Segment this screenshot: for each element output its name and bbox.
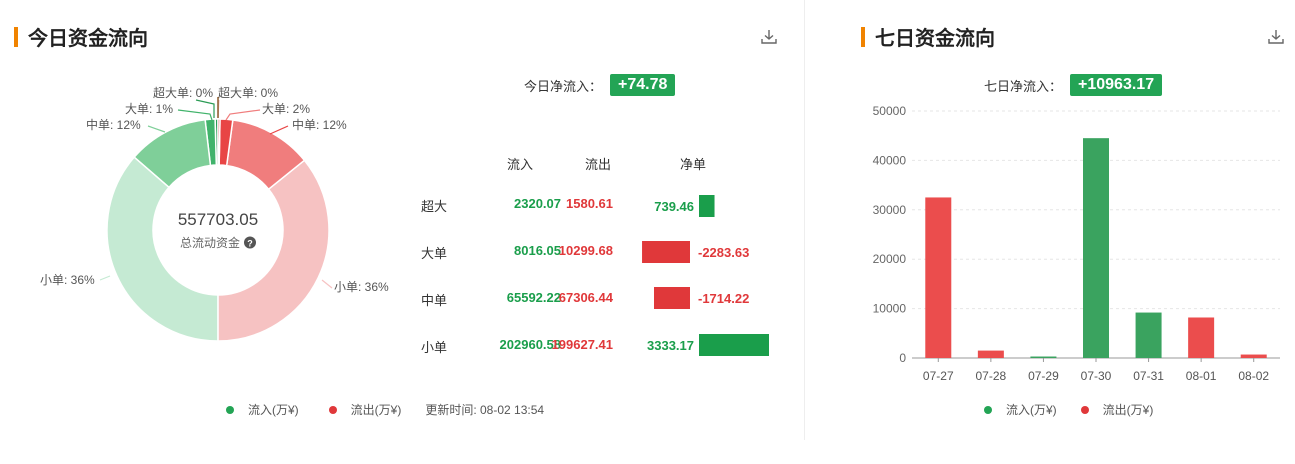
row-label-super: 超大	[421, 199, 448, 214]
title-accent-bar	[861, 26, 865, 47]
today-net-inflow: 今日净流入： +74.78	[524, 74, 676, 96]
donut-slice-label: 中单: 12%	[86, 117, 141, 132]
day-bar-07-29[interactable]	[1030, 356, 1057, 358]
donut-slice-outflow-7[interactable]	[217, 118, 221, 166]
row-outflow-medium: 67306.44	[558, 290, 613, 305]
donut-slice-label: 超大单: 0%	[153, 85, 213, 100]
today-legend: 流入(万¥) 流出(万¥) 更新时间: 08-02 13:54	[226, 401, 544, 418]
net-bar-0	[699, 195, 715, 217]
today-net-value: +74.78	[610, 74, 676, 96]
legend-outflow-dot	[328, 405, 337, 414]
donut-center-value: 557703.05	[178, 210, 258, 229]
net-bar-1	[642, 241, 690, 263]
table-header-outflow: 流出	[585, 157, 612, 172]
help-icon[interactable]: ?	[244, 236, 256, 249]
row-inflow-super: 2320.07	[514, 196, 561, 211]
legend-inflow-dot	[984, 405, 992, 414]
x-tick-label: 07-29	[1028, 369, 1059, 383]
x-tick-label: 08-01	[1186, 369, 1217, 383]
donut-leader-line	[99, 275, 111, 281]
day-bar-07-27[interactable]	[925, 197, 952, 358]
day-bar-07-28[interactable]	[977, 350, 1004, 358]
donut-slice-label: 大单: 1%	[125, 102, 173, 116]
donut-leader-line	[195, 99, 215, 118]
donut-slice-label: 小单: 36%	[334, 280, 389, 294]
x-tick-label: 08-02	[1238, 369, 1269, 383]
legend-outflow-dot	[1080, 405, 1089, 414]
x-tick-label: 07-28	[976, 369, 1007, 383]
net-bar-3	[699, 334, 769, 356]
donut-leader-line	[269, 125, 289, 135]
x-tick-label: 07-31	[1133, 369, 1164, 383]
day-bar-08-01[interactable]	[1188, 317, 1215, 358]
y-tick-label: 20000	[873, 252, 907, 266]
donut-leader-line	[147, 125, 166, 133]
row-outflow-large: 10299.68	[558, 243, 613, 258]
download-icon[interactable]	[760, 28, 778, 46]
table-header-inflow: 流入	[507, 157, 534, 172]
row-label-large: 大单	[421, 246, 448, 261]
seven-day-bar-chart: 0 10000 20000 30000 40000 50000 07-27 07-28 07-2…	[873, 104, 1280, 383]
y-tick-label: 50000	[873, 104, 907, 118]
net-bars-chart: 739.46 -2283.63 -1714.22 3333.17	[642, 195, 769, 356]
y-tick-label: 0	[899, 351, 906, 365]
seven-day-net-inflow: 七日净流入： +10963.17	[984, 74, 1163, 96]
net-bar-2	[653, 287, 690, 309]
donut-leader-line	[177, 109, 213, 121]
row-label-medium: 中单	[421, 293, 448, 308]
donut-slice-label: 中单: 12%	[292, 117, 347, 132]
net-value-label: 739.46	[654, 199, 694, 214]
x-tick-label: 07-27	[923, 369, 954, 383]
day-bar-07-30[interactable]	[1083, 138, 1109, 358]
today-flow-donut-chart: 超大单: 0%大单: 1%中单: 12%小单: 36%超大单: 0%大单: 2%…	[40, 85, 389, 342]
donut-slice-label: 超大单: 0%	[218, 85, 278, 100]
net-value-label: -1714.22	[698, 291, 749, 306]
legend-inflow-label: 流入(万¥)	[248, 403, 299, 417]
donut-slice-label: 小单: 36%	[40, 273, 95, 287]
today-net-label: 今日净流入：	[524, 78, 603, 94]
legend-inflow-dot	[226, 405, 234, 414]
y-tick-label: 10000	[873, 302, 907, 316]
day-bar-07-31[interactable]	[1135, 312, 1162, 358]
row-inflow-medium: 65592.22	[506, 290, 561, 305]
update-time: 更新时间: 08-02 13:54	[425, 403, 545, 417]
donut-leader-line	[321, 279, 333, 289]
day-bar-08-02[interactable]	[1240, 354, 1267, 358]
donut-slice-label: 大单: 2%	[262, 102, 310, 116]
download-icon[interactable]	[1267, 28, 1285, 46]
seven-day-net-value: +10963.17	[1070, 74, 1163, 96]
legend-inflow-label: 流入(万¥)	[1006, 403, 1057, 417]
legend-outflow-label: 流出(万¥)	[350, 403, 402, 417]
legend-outflow-label: 流出(万¥)	[1102, 403, 1154, 417]
row-inflow-large: 8016.05	[514, 243, 561, 258]
table-header-net: 净单	[680, 157, 707, 172]
net-value-label: 3333.17	[647, 338, 694, 353]
net-value-label: -2283.63	[698, 245, 749, 260]
donut-center-label: 总流动资金	[180, 235, 240, 250]
seven-day-flow-title: 七日资金流向	[861, 22, 995, 51]
row-outflow-super: 1580.61	[566, 196, 613, 211]
seven-day-net-label: 七日净流入：	[984, 78, 1063, 94]
seven-day-flow-title-text: 七日资金流向	[875, 28, 995, 50]
panel-divider	[804, 0, 805, 440]
x-tick-label: 07-30	[1081, 369, 1112, 383]
row-label-small: 小单	[421, 340, 448, 355]
y-tick-label: 40000	[873, 153, 907, 167]
y-tick-label: 30000	[873, 203, 907, 217]
svg-text:?: ?	[247, 239, 253, 249]
donut-leader-line	[225, 109, 261, 121]
donut-slice-outflow-4[interactable]	[217, 159, 330, 342]
row-outflow-small: 199627.41	[551, 337, 613, 352]
seven-day-legend: 流入(万¥) 流出(万¥)	[984, 401, 1153, 418]
